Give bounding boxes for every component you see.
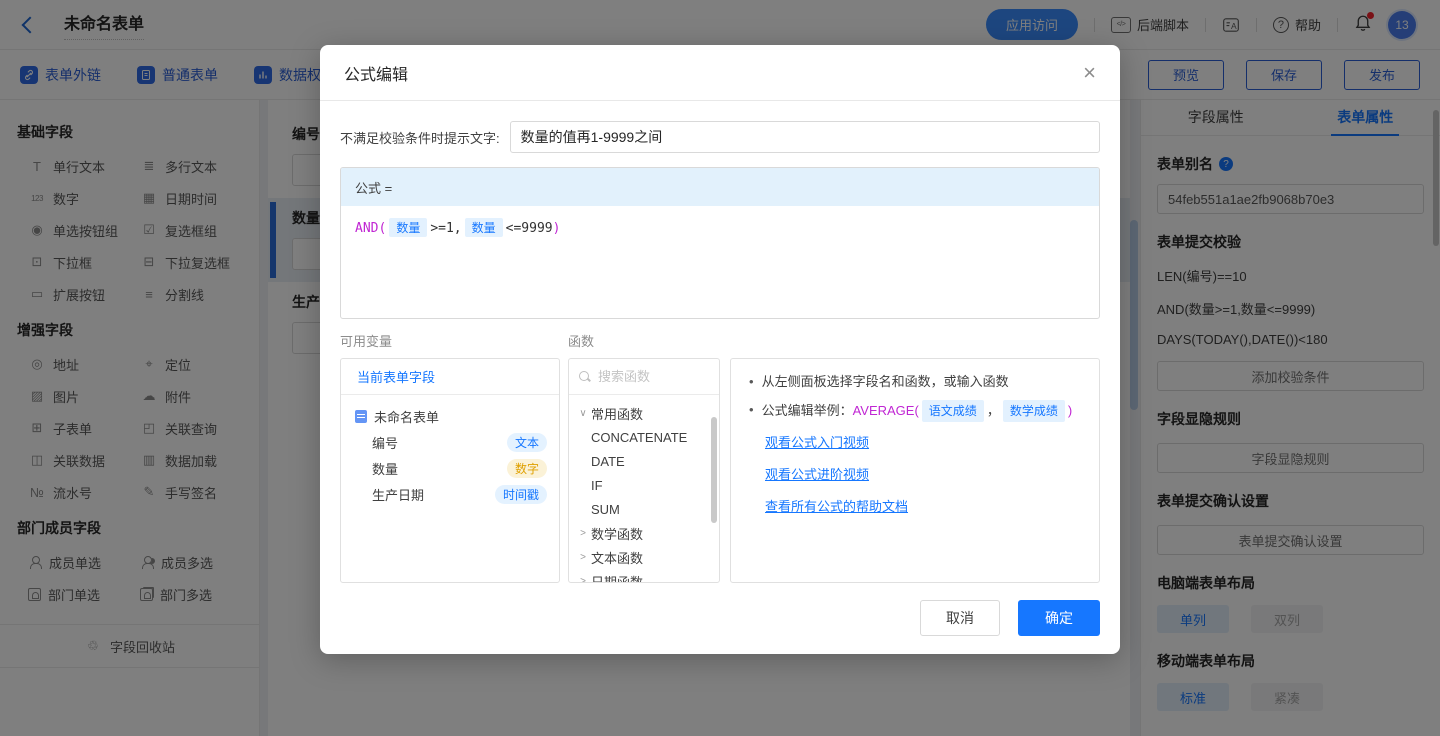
link-formula-intro-video[interactable]: 观看公式入门视频 <box>765 432 1081 451</box>
function-sum[interactable]: SUM <box>569 497 719 521</box>
variables-panel: 当前表单字段 未命名表单 编号 文本 数量 数字 <box>340 358 560 583</box>
type-badge-text: 文本 <box>507 433 547 452</box>
formula-editor: 公式 = AND(数量>=1,数量<=9999) <box>340 167 1100 319</box>
functions-label: 函数 <box>568 331 728 350</box>
dialog-title: 公式编辑 <box>344 61 408 85</box>
chevron-right-icon: > <box>575 528 591 539</box>
variable-field-quantity[interactable]: 数量 数字 <box>341 455 559 481</box>
example-field-chip: 语文成绩 <box>922 400 984 422</box>
field-chip-quantity[interactable]: 数量 <box>389 218 427 237</box>
function-group-math[interactable]: > 数学函数 <box>569 521 719 545</box>
chevron-right-icon: > <box>575 576 591 584</box>
cancel-button[interactable]: 取消 <box>920 600 1000 636</box>
chevron-right-icon: > <box>575 552 591 563</box>
function-concatenate[interactable]: CONCATENATE <box>569 425 719 449</box>
formula-edit-dialog: 公式编辑 × 不满足校验条件时提示文字: 公式 = AND(数量>=1,数量<=… <box>320 45 1120 654</box>
help-tip-1: • 从左侧面板选择字段名和函数，或输入函数 <box>749 372 1081 392</box>
bullet-icon: • <box>749 372 754 392</box>
formula-help-panel: • 从左侧面板选择字段名和函数，或输入函数 • 公式编辑举例：AVERAGE(语… <box>730 358 1100 583</box>
formula-keyword: ) <box>553 221 561 236</box>
field-chip-quantity[interactable]: 数量 <box>465 218 503 237</box>
example-function-name: AVERAGE( <box>853 401 919 421</box>
link-formula-advanced-video[interactable]: 观看公式进阶视频 <box>765 464 1081 483</box>
function-date[interactable]: DATE <box>569 449 719 473</box>
hint-text-input[interactable] <box>510 121 1100 153</box>
hint-text-label: 不满足校验条件时提示文字: <box>340 128 500 147</box>
tab-current-form-fields[interactable]: 当前表单字段 <box>357 367 435 386</box>
example-function-close: ) <box>1068 401 1072 421</box>
example-field-chip: 数学成绩 <box>1003 400 1065 422</box>
functions-scrollbar[interactable] <box>711 417 717 523</box>
function-search-input[interactable] <box>598 369 709 384</box>
type-badge-timestamp: 时间戳 <box>495 485 547 504</box>
variable-field-production-date[interactable]: 生产日期 时间戳 <box>341 481 559 507</box>
function-group-date[interactable]: > 日期函数 <box>569 569 719 583</box>
close-icon[interactable]: × <box>1083 62 1096 84</box>
function-group-text[interactable]: > 文本函数 <box>569 545 719 569</box>
formula-operator: <=9999 <box>506 221 553 236</box>
chevron-down-icon: ∨ <box>575 408 591 419</box>
formula-keyword: AND( <box>355 221 386 236</box>
search-icon <box>579 371 591 383</box>
formula-code-area[interactable]: AND(数量>=1,数量<=9999) <box>341 206 1099 318</box>
functions-panel: ∨ 常用函数 CONCATENATE DATE IF SUM > 数学函数 > … <box>568 358 720 583</box>
formula-operator: >=1, <box>430 221 461 236</box>
function-if[interactable]: IF <box>569 473 719 497</box>
formula-equals-label: 公式 = <box>341 168 1099 206</box>
type-badge-number: 数字 <box>507 459 547 478</box>
variable-field-number-id[interactable]: 编号 文本 <box>341 429 559 455</box>
bullet-icon: • <box>749 400 754 422</box>
variables-label: 可用变量 <box>340 331 568 350</box>
help-tip-2: • 公式编辑举例：AVERAGE(语文成绩，数学成绩) <box>749 400 1081 422</box>
form-doc-icon <box>355 410 367 423</box>
confirm-button[interactable]: 确定 <box>1018 600 1100 636</box>
link-formula-help-docs[interactable]: 查看所有公式的帮助文档 <box>765 496 1081 515</box>
function-group-common[interactable]: ∨ 常用函数 <box>569 401 719 425</box>
tree-root-form[interactable]: 未命名表单 <box>341 403 559 429</box>
